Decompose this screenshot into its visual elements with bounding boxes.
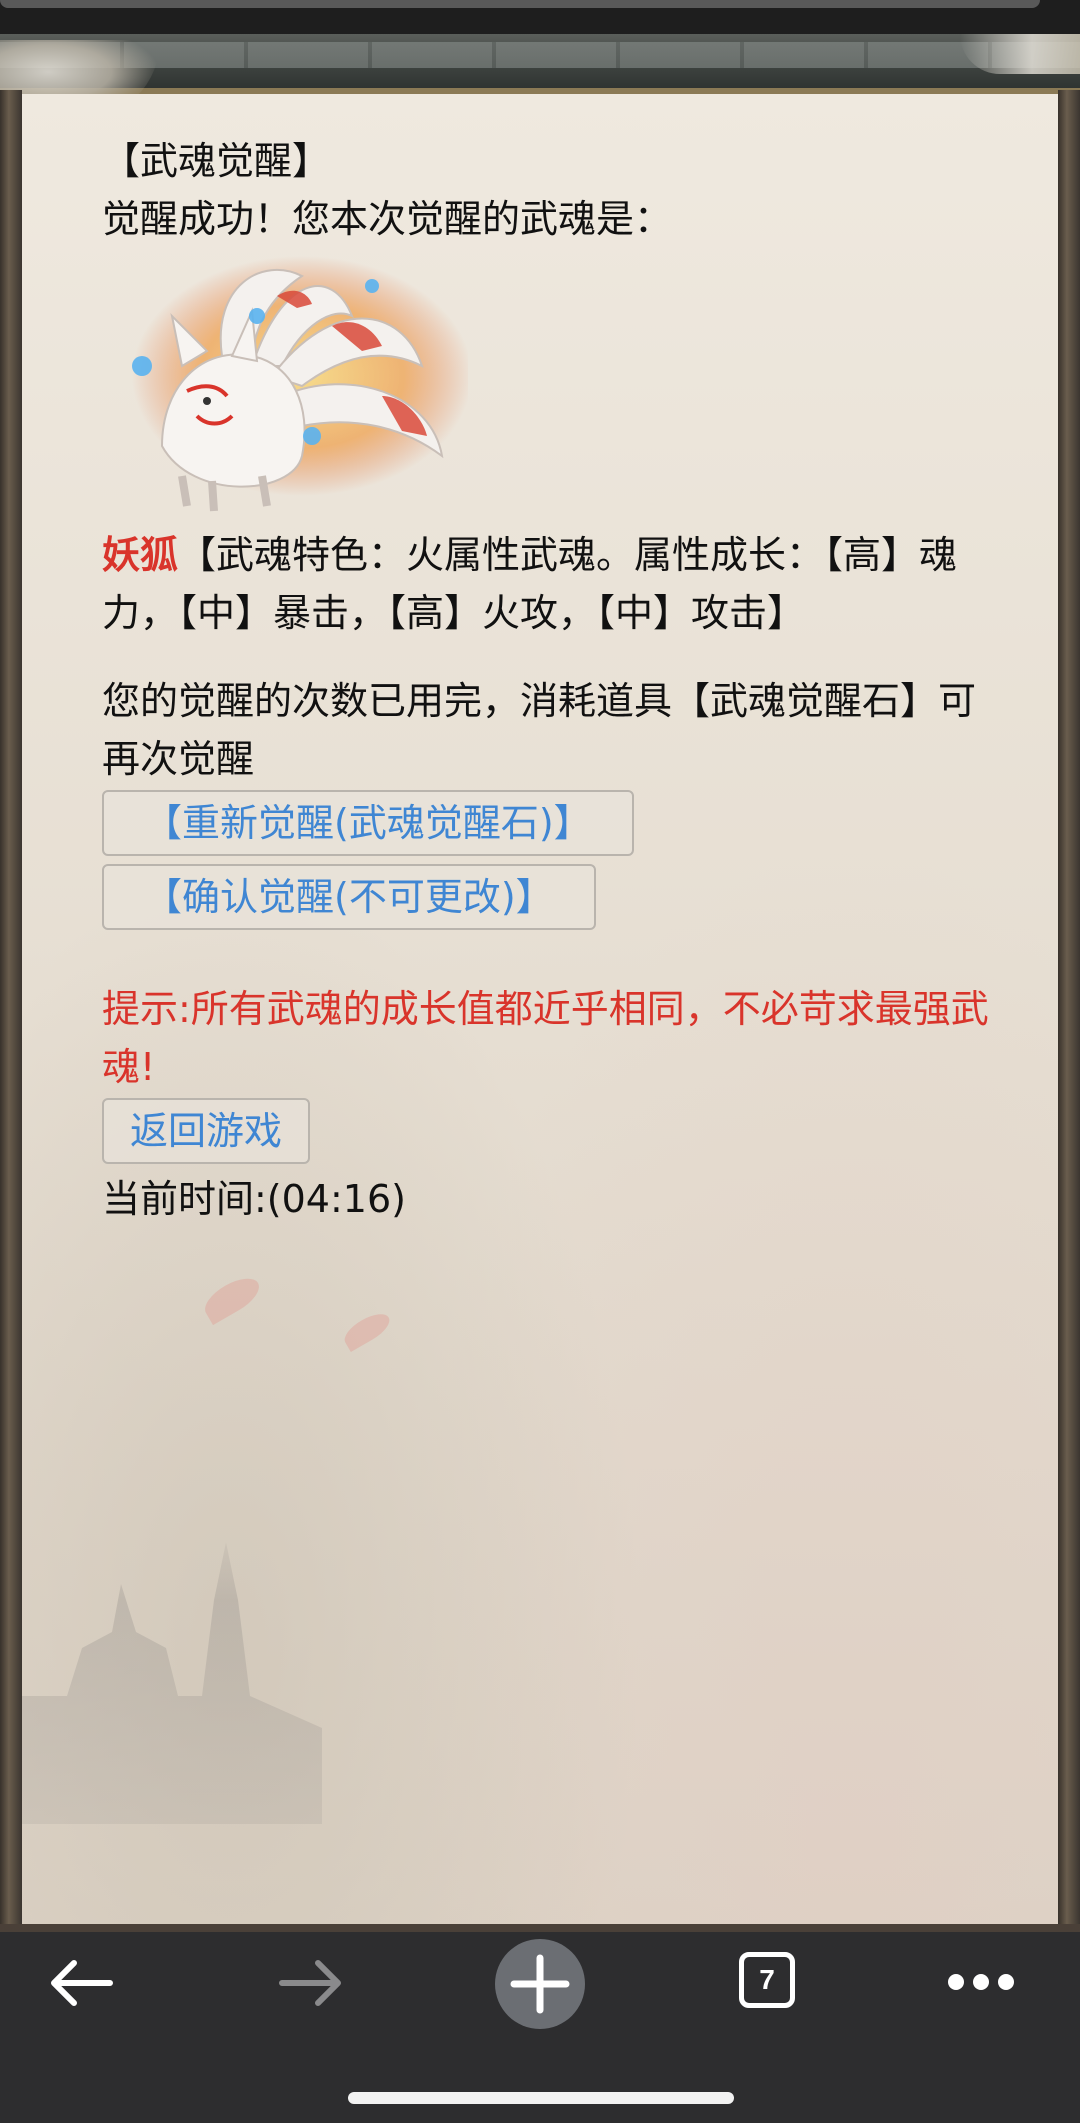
confirm-awaken-button[interactable]: 【确认觉醒(不可更改)】	[102, 864, 596, 930]
top-frame	[0, 34, 1080, 94]
frame-border-right	[1058, 90, 1080, 1930]
more-icon[interactable]	[946, 1970, 1016, 1994]
pet-description-block: 妖狐【武魂特色：火属性武魂。属性成长：【高】魂力，【中】暴击，【高】火攻，【中】…	[102, 526, 1002, 642]
return-game-button[interactable]: 返回游戏	[102, 1098, 311, 1164]
pet-description: 【武魂特色：火属性武魂。属性成长：【高】魂力，【中】暴击，【高】火攻，【中】攻击…	[102, 533, 958, 635]
forward-arrow-icon[interactable]	[278, 1958, 344, 2008]
petal-decoration	[199, 1270, 265, 1326]
pagoda-silhouette	[22, 1542, 322, 1824]
status-bar-pill	[0, 0, 1040, 8]
tab-count-button[interactable]: 7	[739, 1952, 795, 2008]
status-strip	[0, 0, 1080, 34]
pet-name: 妖狐	[102, 533, 179, 577]
tip-text: 提示:所有武魂的成长值都近乎相同，不必苛求最强武魂!	[102, 987, 989, 1089]
back-arrow-icon[interactable]	[48, 1958, 114, 2008]
notice-text: 您的觉醒的次数已用完，消耗道具【武魂觉醒石】可再次觉醒	[102, 679, 977, 781]
frame-flourish-right	[960, 34, 1080, 74]
petal-decoration	[339, 1307, 395, 1353]
plus-icon[interactable]	[494, 1938, 586, 2030]
current-time: 当前时间:(04:16)	[102, 1177, 406, 1221]
frame-border-left	[0, 90, 22, 1930]
success-text: 觉醒成功！您本次觉醒的武魂是：	[102, 197, 673, 241]
home-indicator	[348, 2092, 734, 2104]
nine-tailed-fox-icon	[102, 256, 472, 516]
reawaken-button[interactable]: 【重新觉醒(武魂觉醒石)】	[102, 790, 634, 856]
frame-border-bottom	[0, 1924, 1080, 1932]
page-title: 【武魂觉醒】	[102, 139, 331, 183]
main-content: 【武魂觉醒】 觉醒成功！您本次觉醒的武魂是： 妖狐【武魂特色：火属性武魂。属性成…	[102, 132, 1002, 1228]
